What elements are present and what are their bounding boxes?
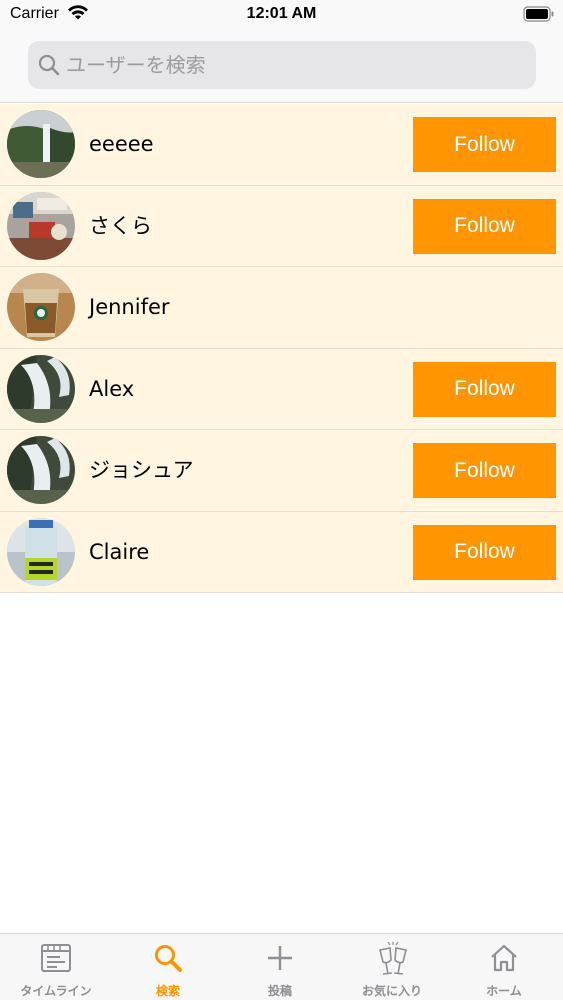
avatar[interactable] [7,273,75,341]
search-input[interactable] [66,41,526,89]
user-name[interactable]: Claire [89,512,149,593]
tab-bar: タイムライン 検索 投稿 お気に入り ホーム [0,933,563,1000]
tab-label: 投稿 [267,984,292,998]
user-name[interactable]: Jennifer [89,267,170,348]
battery-icon [523,6,555,26]
avatar[interactable] [7,517,75,586]
clock: 12:01 AM [246,5,317,22]
follow-button[interactable]: Follow [413,361,556,417]
tab-favorites[interactable]: お気に入り [336,934,448,1000]
home-icon [491,944,517,972]
tab-search[interactable]: 検索 [112,934,224,1000]
tab-timeline[interactable]: タイムライン [0,934,112,1000]
user-row[interactable]: さくら Follow [0,185,563,267]
avatar[interactable] [7,110,75,178]
tab-post[interactable]: 投稿 [224,934,336,1000]
avatar[interactable] [7,436,75,504]
plus-icon [268,946,292,970]
follow-button[interactable]: Follow [413,198,556,254]
user-row[interactable]: Alex Follow [0,348,563,430]
tab-label: お気に入り [361,984,422,998]
status-bar: Carrier 12:01 AM [0,0,563,30]
user-name[interactable]: eeeee [89,104,154,185]
tab-label: 検索 [155,984,180,998]
tab-label: ホーム [486,984,522,998]
tab-label: タイムライン [20,984,92,998]
glasses-icon [379,942,407,975]
user-name[interactable]: Alex [89,349,134,430]
magnifier-icon [38,54,60,80]
user-row[interactable]: Jennifer [0,267,563,349]
user-name[interactable]: ジョシュア [89,430,194,511]
follow-button[interactable]: Follow [413,443,556,498]
tab-home[interactable]: ホーム [448,934,560,1000]
timeline-icon [41,944,71,972]
follow-button[interactable]: Follow [413,524,556,580]
user-name[interactable]: さくら [89,186,152,267]
user-row[interactable]: eeeee Follow [0,104,563,186]
user-row[interactable]: Claire Follow [0,511,563,593]
user-list: eeeee Follow さくら Follow Jennifer Alex Fo… [0,104,563,593]
follow-button[interactable]: Follow [413,117,556,172]
search-bar[interactable] [28,41,536,89]
search-icon [155,945,182,972]
avatar[interactable] [7,191,75,260]
search-bar-area [0,30,563,103]
avatar[interactable] [7,354,75,423]
user-row[interactable]: ジョシュア Follow [0,430,563,512]
